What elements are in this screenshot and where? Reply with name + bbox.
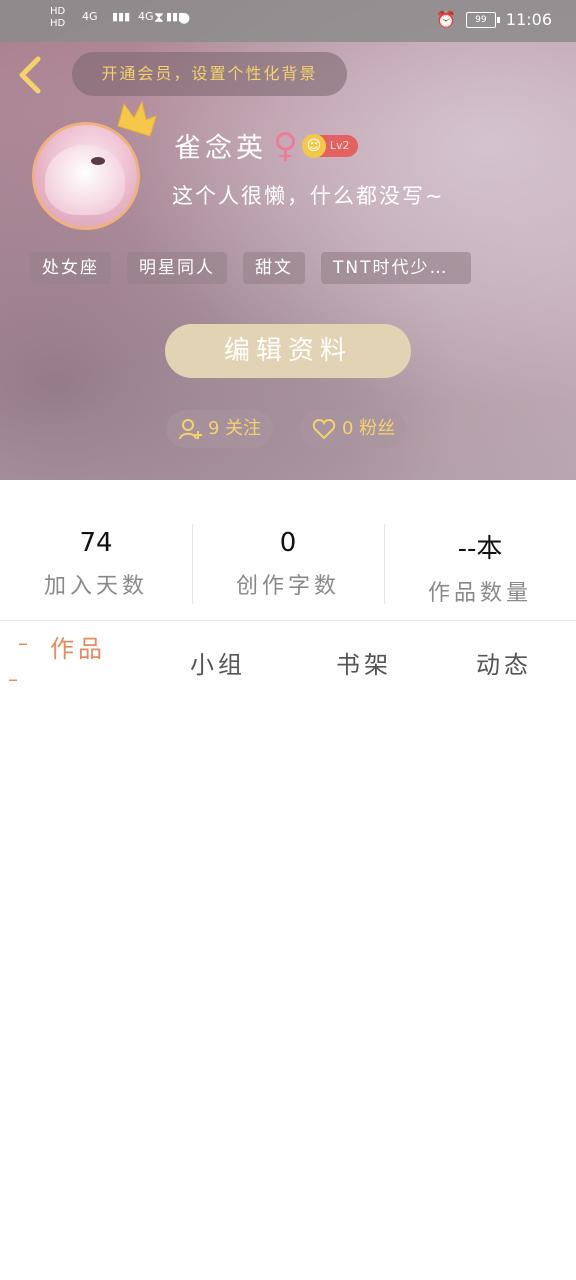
status-bar: HD HD 4G ▮▮▮ 4G ▮▮▮ ⧗ ● ⏰ 99 11:06	[0, 0, 576, 42]
edit-profile-button[interactable]: 编辑资料	[165, 324, 411, 378]
qq-icon: ●	[178, 10, 191, 26]
user-name: 雀念英	[174, 133, 267, 164]
follow-count: 9 关注	[208, 418, 262, 439]
tag-item[interactable]: 明星同人	[127, 252, 227, 284]
fans-count: 0 粉丝	[342, 418, 396, 439]
signal-icon: ▮▮▮	[112, 10, 131, 23]
tab-bookshelf[interactable]: 书架	[336, 645, 392, 680]
status-right: ⏰ 99 11:06	[436, 10, 552, 29]
stat-join-days: 74 加入天数	[0, 520, 192, 610]
level-badge: ☺ Lv2	[301, 133, 358, 158]
stat-label: 加入天数	[43, 574, 148, 599]
tab-bar: – – 作品 小组 书架 动态	[0, 620, 576, 700]
tag-item[interactable]: TNT时代少…	[321, 252, 471, 284]
tab-works[interactable]: 作品	[50, 629, 106, 664]
follow-user-icon	[179, 419, 202, 440]
stat-value: --本	[457, 534, 503, 564]
hourglass-icon: ⧗	[154, 10, 164, 26]
follow-button[interactable]: 9 关注	[166, 410, 274, 448]
level-icon: ☺	[301, 133, 326, 158]
hd-badge-2: HD	[50, 18, 66, 29]
stat-label: 作品数量	[427, 581, 532, 606]
avatar-eye	[91, 157, 105, 165]
stat-value: 0	[279, 528, 297, 558]
active-tab-dash-icon: –	[18, 631, 28, 655]
name-row: 雀念英 ♀ ☺ Lv2	[174, 126, 358, 165]
network-label-2: 4G	[138, 10, 154, 23]
back-arrow-icon[interactable]	[14, 55, 48, 95]
network-label-1: 4G	[82, 10, 98, 23]
vip-banner[interactable]: 开通会员，设置个性化背景	[72, 52, 347, 96]
avatar-illustration	[45, 145, 125, 215]
heart-icon	[312, 418, 336, 440]
stat-value: 74	[79, 528, 113, 558]
stat-works-count: --本 作品数量	[384, 520, 576, 610]
battery-icon: 99	[465, 11, 500, 28]
stats-row: 74 加入天数 0 创作字数 --本 作品数量	[0, 520, 576, 610]
content-area	[0, 699, 576, 1280]
alarm-icon: ⏰	[435, 10, 456, 29]
active-tab-underline-icon: –	[8, 667, 18, 691]
stat-label: 创作字数	[235, 574, 340, 599]
tag-item[interactable]: 处女座	[30, 252, 111, 284]
hd-badge-1: HD	[50, 6, 66, 17]
hd-indicators: HD HD	[50, 6, 65, 30]
tab-activity[interactable]: 动态	[476, 645, 532, 680]
tag-item[interactable]: 甜文	[243, 252, 305, 284]
gender-icon: ♀	[273, 125, 298, 166]
crown-icon	[117, 100, 157, 137]
tag-list: 处女座 明星同人 甜文 TNT时代少…	[30, 252, 471, 284]
tab-groups[interactable]: 小组	[190, 645, 246, 680]
level-text: Lv2	[329, 139, 350, 152]
clock: 11:06	[505, 10, 552, 29]
user-bio: 这个人很懒，什么都没写~	[172, 184, 445, 208]
stat-word-count: 0 创作字数	[192, 520, 384, 610]
fans-button[interactable]: 0 粉丝	[300, 410, 408, 448]
